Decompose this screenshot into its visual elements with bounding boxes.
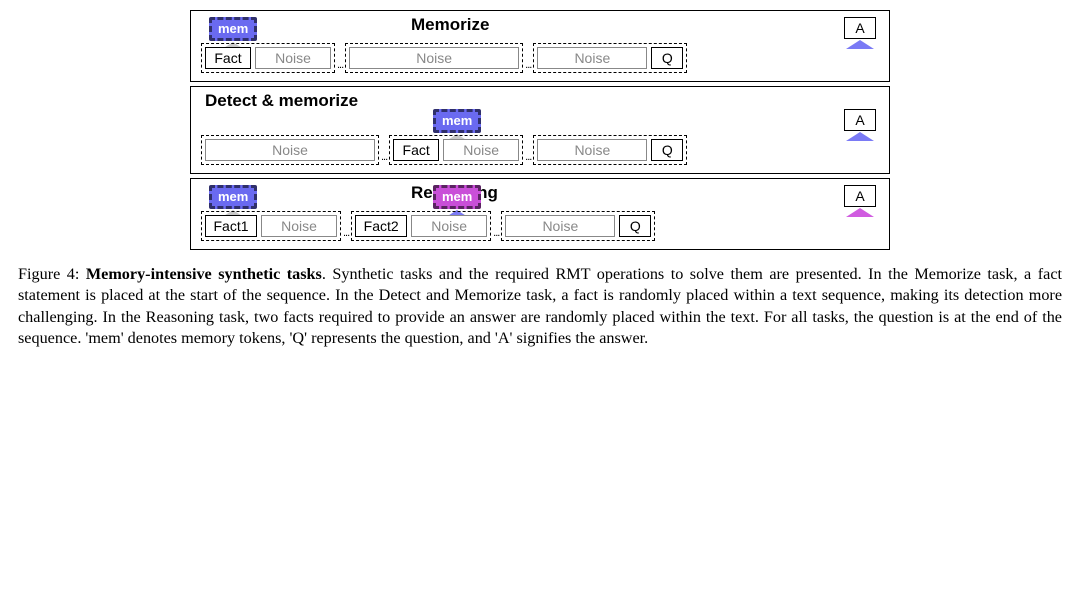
panel-detect-memorize: Detect & memorize mem A Noise ... xyxy=(190,86,890,174)
mem-token: mem xyxy=(209,17,257,41)
caption-title: Memory-intensive synthetic tasks xyxy=(86,265,322,283)
noise-token: Noise xyxy=(537,47,647,69)
fact-token: Fact xyxy=(205,47,251,69)
answer-token: A xyxy=(844,185,876,207)
ellipsis: ... xyxy=(523,151,533,163)
mem-token: mem xyxy=(433,185,481,209)
caption-lead: Figure 4: xyxy=(18,265,86,283)
fact-token: Fact2 xyxy=(355,215,407,237)
answer-token: A xyxy=(844,17,876,39)
noise-token: Noise xyxy=(349,47,519,69)
ellipsis: ... xyxy=(491,227,501,239)
token-group: Noise xyxy=(201,135,379,165)
fact-token: Fact xyxy=(393,139,439,161)
token-group: Noise Q xyxy=(533,135,687,165)
noise-token: Noise xyxy=(411,215,487,237)
ellipsis: ... xyxy=(341,227,351,239)
mem-token: mem xyxy=(209,185,257,209)
noise-token: Noise xyxy=(255,47,331,69)
question-token: Q xyxy=(651,47,683,69)
noise-token: Noise xyxy=(261,215,337,237)
noise-token: Noise xyxy=(537,139,647,161)
token-group: Fact2 Noise xyxy=(351,211,491,241)
mem-token: mem xyxy=(433,109,481,133)
panel-reasoning: Reasoning mem mem A xyxy=(190,178,890,250)
token-group: Noise xyxy=(345,43,523,73)
ellipsis: ... xyxy=(523,59,533,71)
token-group: Noise Q xyxy=(501,211,655,241)
token-group: Fact1 Noise xyxy=(201,211,341,241)
noise-token: Noise xyxy=(443,139,519,161)
question-token: Q xyxy=(619,215,651,237)
panel-memorize: Memorize mem A Fact Noise xyxy=(190,10,890,82)
token-group: Fact Noise xyxy=(201,43,335,73)
fact-token: Fact1 xyxy=(205,215,257,237)
figure: Memorize mem A Fact Noise xyxy=(18,10,1062,350)
figure-caption: Figure 4: Memory-intensive synthetic tas… xyxy=(18,264,1062,350)
noise-token: Noise xyxy=(505,215,615,237)
token-group: Noise Q xyxy=(533,43,687,73)
answer-token: A xyxy=(844,109,876,131)
ellipsis: ... xyxy=(379,151,389,163)
token-group: Fact Noise xyxy=(389,135,523,165)
diagram-panels: Memorize mem A Fact Noise xyxy=(190,10,890,250)
ellipsis: ... xyxy=(335,59,345,71)
question-token: Q xyxy=(651,139,683,161)
noise-token: Noise xyxy=(205,139,375,161)
